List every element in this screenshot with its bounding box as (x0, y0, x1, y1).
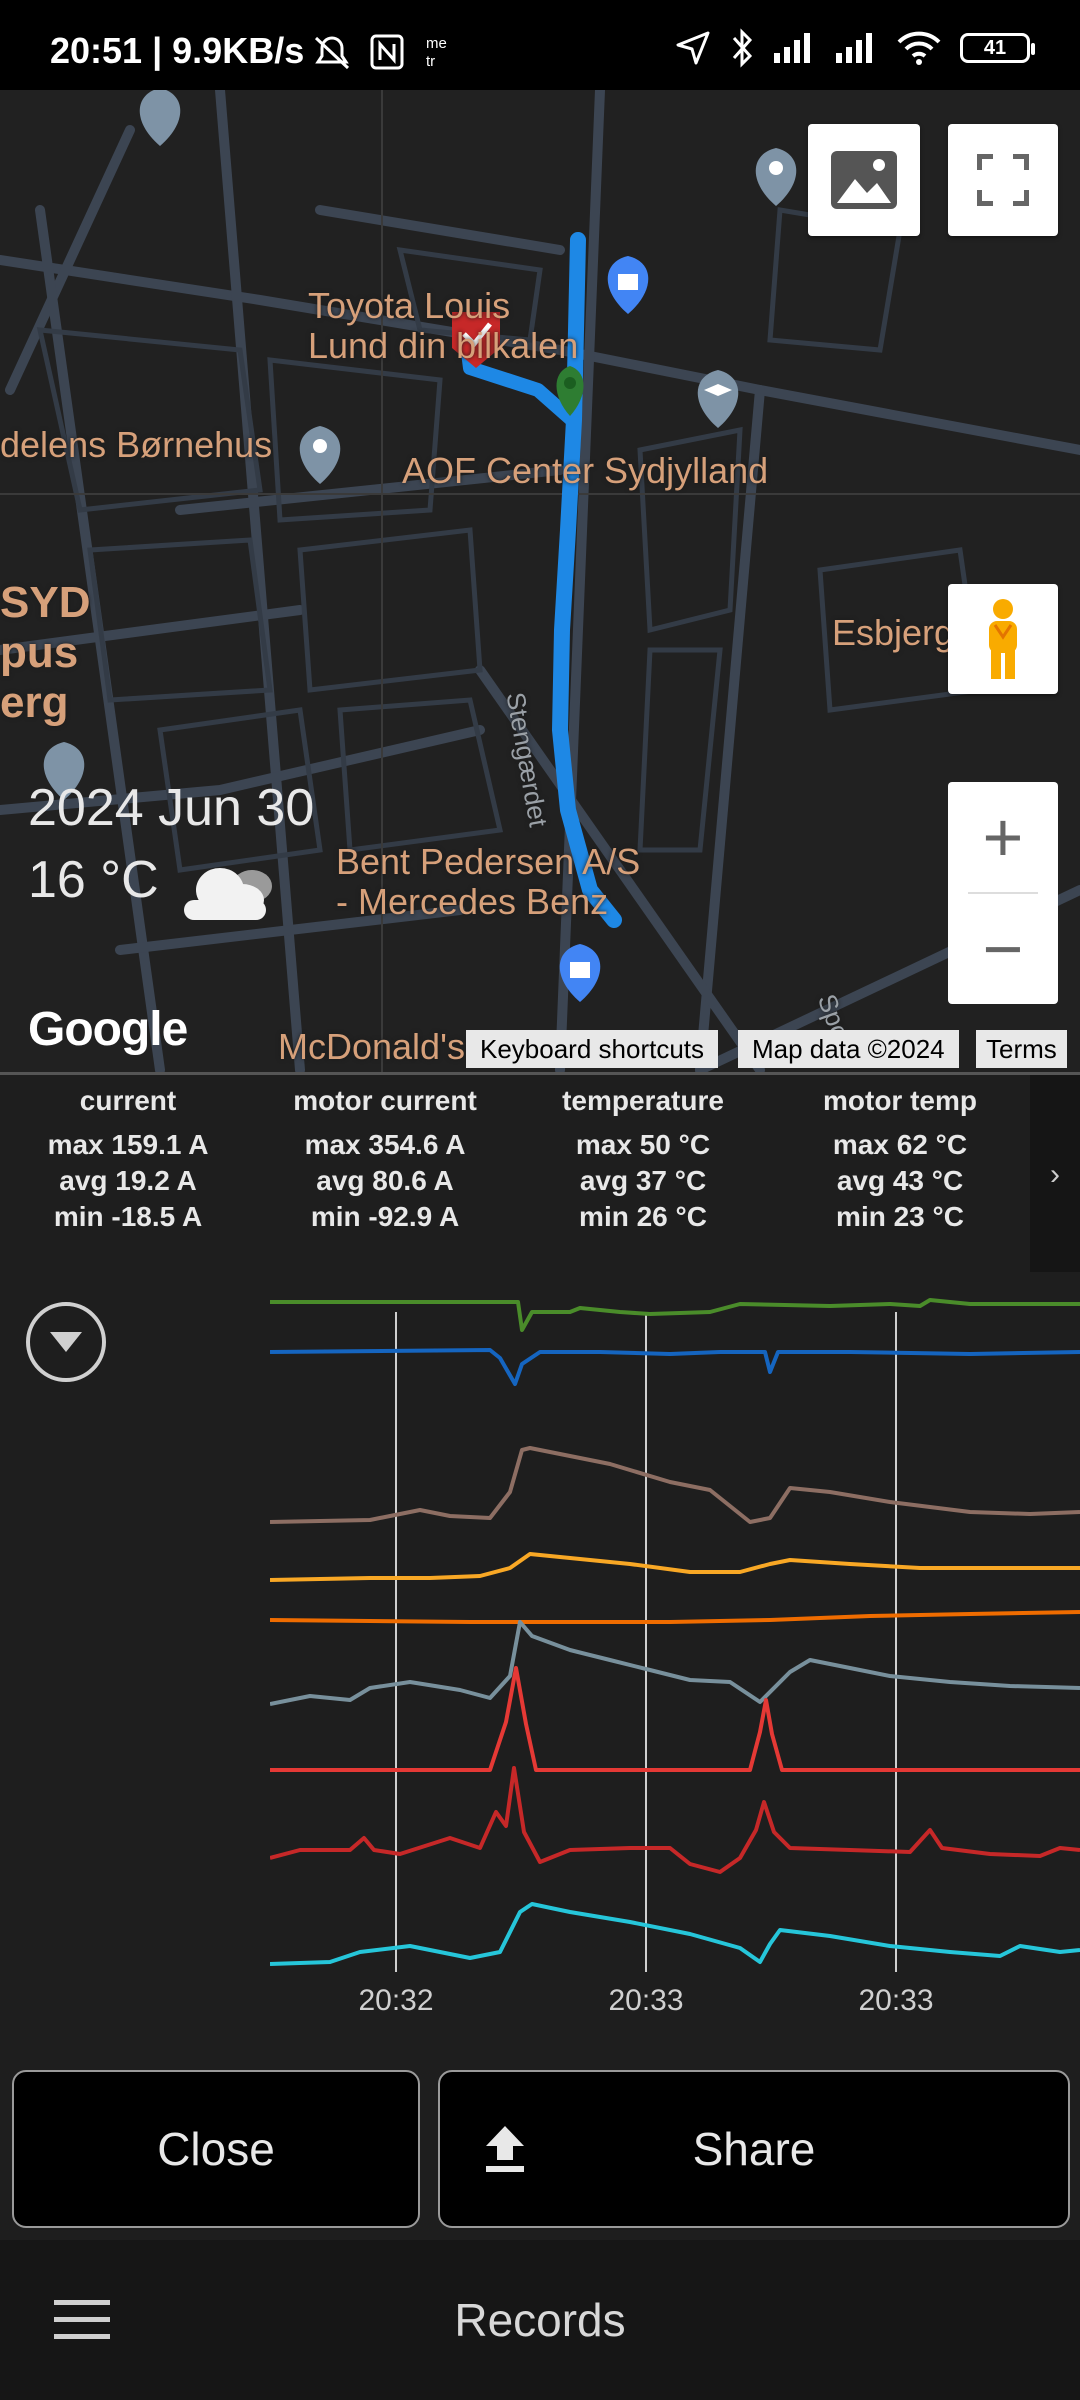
keyboard-shortcuts-link[interactable]: Keyboard shortcuts (466, 1030, 719, 1068)
shopping-poi-icon[interactable] (607, 256, 649, 314)
stat-motor-temp: motor temp max 62 °C avg 43 °C min 23 °C (775, 1083, 1025, 1235)
map-roads (0, 90, 1080, 1072)
trip-date: 2024 Jun 30 (28, 779, 315, 837)
series-line (270, 1298, 1080, 1332)
stat-max: max 50 °C (575, 1129, 711, 1160)
terms-link[interactable]: Terms (976, 1030, 1067, 1068)
collapse-chart-button[interactable] (26, 1302, 106, 1382)
bell-off-icon (314, 36, 350, 70)
stats-panel: current max 159.1 A avg 19.2 A min -18.5… (0, 1072, 1080, 1275)
close-button-label: Close (157, 2123, 275, 2175)
map-label-bent-pedersen: Bent Pedersen A/S - Mercedes Benz (336, 841, 641, 922)
close-button[interactable]: Close (12, 2070, 420, 2228)
x-axis-tick: 20:33 (608, 1984, 684, 2017)
chevron-down-icon (50, 1332, 82, 1352)
x-axis-tick: 20:33 (858, 1984, 934, 2017)
stat-temperature: temperature max 50 °C avg 37 °C min 26 °… (518, 1083, 768, 1235)
line-chart[interactable] (270, 1272, 1080, 1982)
image-icon (831, 151, 897, 209)
google-logo: Google (28, 1003, 188, 1056)
upload-icon (486, 2126, 524, 2172)
map-type-button[interactable] (808, 124, 920, 236)
wifi-icon (897, 31, 941, 65)
street-view-button[interactable] (948, 584, 1058, 694)
share-button[interactable]: Share (438, 2070, 1070, 2228)
map-label-syd-campus: SYD pus erg (0, 578, 91, 727)
map-data-attribution: Map data ©2024 (738, 1030, 959, 1068)
stat-current: current max 159.1 A avg 19.2 A min -18.5… (3, 1083, 253, 1235)
map-label-toyota: Toyota Louis Lund din bilkalen (308, 285, 579, 366)
pegman-icon (989, 599, 1017, 679)
map-label-aof: AOF Center Sydjylland (402, 450, 769, 491)
school-poi-icon[interactable] (697, 370, 739, 428)
bottom-bar: Records (0, 2240, 1080, 2400)
series-line (270, 1902, 1080, 1966)
share-button-label: Share (692, 2123, 816, 2175)
bluetooth-icon (732, 28, 753, 68)
meter-app-icon: me tr (426, 35, 447, 70)
nfc-icon (370, 34, 404, 70)
fullscreen-button[interactable] (948, 124, 1058, 236)
stats-scroll-right-button[interactable]: › (1030, 1075, 1080, 1275)
map-label-bornehus: delens Børnehus (0, 424, 273, 465)
trip-temperature: 16 °C (28, 851, 159, 909)
cloud-icon (184, 868, 272, 920)
svg-text:me: me (426, 35, 447, 52)
status-icons: 41 (674, 28, 1035, 68)
stat-motor-current: motor current max 354.6 A avg 80.6 A min… (260, 1083, 510, 1235)
series-line (270, 1446, 1080, 1524)
stat-title: current (79, 1085, 177, 1116)
series-line (270, 1348, 1080, 1386)
series-line (270, 1552, 1080, 1582)
chart-area: 20:32 20:33 20:33 (0, 1272, 1080, 2054)
status-time-speed: 20:51 | 9.9KB/s (50, 30, 305, 71)
stat-title: temperature (562, 1085, 724, 1116)
stat-avg: avg 37 °C (579, 1165, 707, 1196)
map-view[interactable]: Toyota Louis Lund din bilkalen delens Bø… (0, 90, 1080, 1072)
svg-text:tr: tr (426, 53, 435, 70)
stat-avg: avg 19.2 A (59, 1165, 197, 1196)
fullscreen-icon (977, 154, 1029, 206)
series-line (270, 1610, 1080, 1624)
map-label-esbjerg: Esbjerg (832, 612, 955, 653)
series-line (270, 1766, 1080, 1874)
stat-title: motor current (293, 1085, 477, 1116)
page-title: Records (454, 2294, 626, 2346)
signal-icon (836, 33, 872, 63)
signal-icon (774, 33, 810, 63)
map-label-mcdonalds: McDonald's (278, 1026, 465, 1067)
stat-max: max 354.6 A (304, 1129, 466, 1160)
stat-min: min -92.9 A (310, 1201, 460, 1232)
zoom-out-button[interactable]: − (948, 894, 1058, 1004)
place-poi-icon[interactable] (299, 426, 341, 484)
zoom-in-button[interactable]: + (948, 782, 1058, 892)
status-bar: 20:51 | 9.9KB/s me tr 41 (0, 0, 1080, 90)
stat-avg: avg 80.6 A (316, 1165, 454, 1196)
stat-avg: avg 43 °C (836, 1165, 964, 1196)
action-buttons: Close Share (0, 2054, 1080, 2240)
place-poi-icon[interactable] (755, 148, 797, 206)
stat-min: min -18.5 A (53, 1201, 203, 1232)
x-axis-tick: 20:32 (358, 1984, 434, 2017)
series-line (270, 1620, 1080, 1706)
stat-min: min 23 °C (836, 1201, 964, 1232)
battery-icon: 41 (960, 33, 1035, 63)
hamburger-menu-icon[interactable] (54, 2298, 110, 2342)
zoom-controls: + − (948, 782, 1058, 1004)
stat-title: motor temp (823, 1085, 977, 1116)
stat-max: max 62 °C (832, 1129, 968, 1160)
stat-max: max 159.1 A (47, 1129, 209, 1160)
school-poi-icon[interactable] (139, 90, 181, 146)
location-arrow-icon (676, 31, 710, 65)
stat-min: min 26 °C (579, 1201, 707, 1232)
